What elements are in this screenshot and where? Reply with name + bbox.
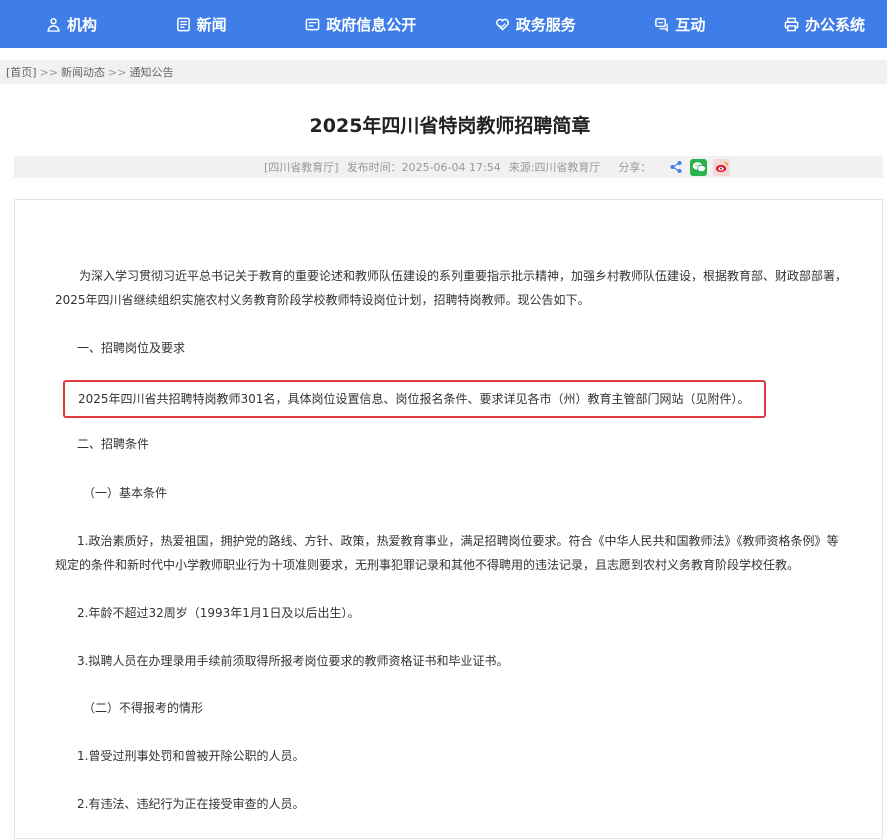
share-label: 分享： xyxy=(618,161,652,174)
article-body: 为深入学习贯彻习近平总书记关于教育的重要论述和教师队伍建设的系列重要指示批示精神… xyxy=(14,199,883,839)
condition-item-1-line1: 1.政治素质好，热爱祖国，拥护党的路线、方针、政策，热爱教育事业，满足招聘岗位要… xyxy=(77,534,839,548)
breadcrumb-home-link[interactable]: [首页] xyxy=(6,64,37,80)
nav-label: 互动 xyxy=(675,15,706,34)
exclusion-item-1: 1.曾受过刑事处罚和曾被开除公职的人员。 xyxy=(77,749,305,763)
weibo-icon[interactable] xyxy=(713,158,731,176)
condition-item-2: 2.年龄不超过32周岁（1993年1月1日及以后出生）。 xyxy=(77,606,360,620)
breadcrumb-news-link[interactable]: 新闻动态 xyxy=(61,64,105,80)
exclusion-item-2: 2.有违法、违纪行为正在接受审查的人员。 xyxy=(77,797,305,811)
page-title: 2025年四川省特岗教师招聘简章 xyxy=(309,115,591,137)
newspaper-icon xyxy=(176,17,191,32)
nav-label: 政府信息公开 xyxy=(326,15,417,34)
nav-label: 机构 xyxy=(67,15,98,34)
printer-icon xyxy=(784,17,799,32)
breadcrumb-separator: >> xyxy=(39,65,59,79)
wechat-icon[interactable] xyxy=(690,158,708,176)
subheading-basic-conditions: （一）基本条件 xyxy=(83,486,168,500)
people-icon xyxy=(46,17,61,32)
nav-item-interaction[interactable]: 互动 xyxy=(654,14,705,35)
condition-item-1-line2: 规定的条件和新时代中小学教师职业行为十项准则要求，无刑事犯罪记录和其他不得聘用的… xyxy=(55,558,800,572)
nav-item-gov-service[interactable]: 政务服务 xyxy=(495,14,576,35)
chat-icon xyxy=(654,17,669,32)
nav-label: 新闻 xyxy=(196,15,227,34)
top-nav: 机构 新闻 政府信息公开 政务服务 互动 办公系统 xyxy=(0,0,887,48)
subheading-exclusions: （二）不得报考的情形 xyxy=(83,701,204,715)
breadcrumb: [首页] >> 新闻动态 >> 通知公告 xyxy=(0,60,887,84)
paragraph-intro-line1: 为深入学习贯彻习近平总书记关于教育的重要论述和教师队伍建设的系列重要指示批示精神… xyxy=(79,269,848,283)
document-icon xyxy=(305,17,320,32)
meta-source-tag: [四川省教育厅] xyxy=(264,161,339,174)
nav-item-institution[interactable]: 机构 xyxy=(46,14,97,35)
section-heading-conditions: 二、招聘条件 xyxy=(77,437,150,451)
section-heading-positions: 一、招聘岗位及要求 xyxy=(77,341,186,355)
highlight-text: 2025年四川省共招聘特岗教师301名，具体岗位设置信息、岗位报名条件、要求详见… xyxy=(78,392,750,406)
heart-hand-icon xyxy=(495,17,510,32)
paragraph-intro-line2: 2025年四川省继续组织实施农村义务教育阶段学校教师特设岗位计划，招聘特岗教师。… xyxy=(55,293,590,307)
meta-source-label: 来源: xyxy=(508,161,535,174)
nav-item-news[interactable]: 新闻 xyxy=(176,14,227,35)
nav-label: 办公系统 xyxy=(804,15,865,34)
share-icon[interactable] xyxy=(667,159,684,176)
meta-publish-time: 2025-06-04 17:54 xyxy=(401,160,501,174)
nav-item-gov-info[interactable]: 政府信息公开 xyxy=(305,14,416,35)
nav-item-office-system[interactable]: 办公系统 xyxy=(784,14,865,35)
breadcrumb-separator: >> xyxy=(108,65,127,79)
meta-source: 四川省教育厅 xyxy=(534,161,601,174)
nav-label: 政务服务 xyxy=(515,15,576,34)
breadcrumb-notice-link[interactable]: 通知公告 xyxy=(129,64,173,80)
condition-item-3: 3.拟聘人员在办理录用手续前须取得所报考岗位要求的教师资格证书和毕业证书。 xyxy=(77,654,509,668)
highlight-box: 2025年四川省共招聘特岗教师301名，具体岗位设置信息、岗位报名条件、要求详见… xyxy=(63,380,766,418)
article-meta-bar: [四川省教育厅] 发布时间： 2025-06-04 17:54 来源: 四川省教… xyxy=(14,156,883,178)
meta-publish-label: 发布时间： xyxy=(346,161,402,174)
